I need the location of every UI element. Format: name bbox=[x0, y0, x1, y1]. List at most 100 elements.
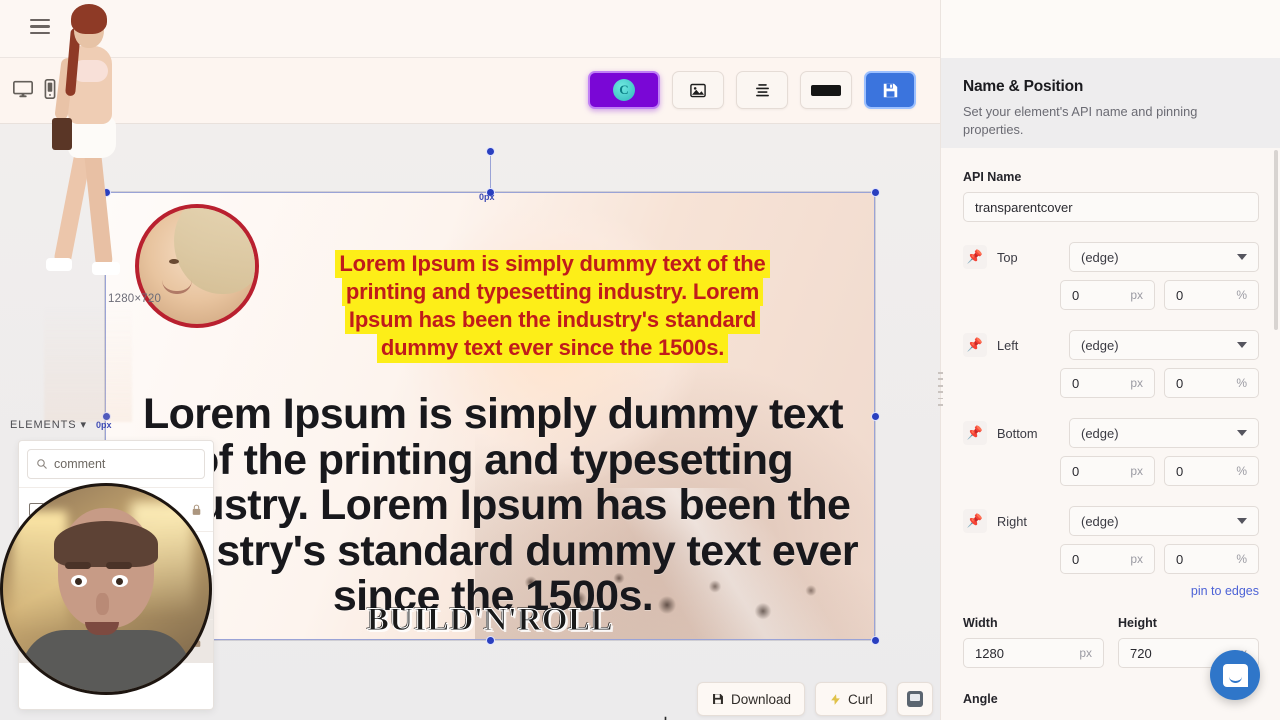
pin-top-select[interactable]: (edge) bbox=[1069, 242, 1259, 272]
pin-icon[interactable]: 📌 bbox=[963, 245, 987, 269]
download-button[interactable]: Download bbox=[697, 682, 806, 716]
api-name-value: transparentcover bbox=[975, 199, 1073, 215]
lightning-icon bbox=[831, 693, 840, 705]
pin-left-px-input[interactable]: 0 px bbox=[1060, 368, 1155, 398]
image-button[interactable] bbox=[672, 71, 724, 109]
webcam-person-eye bbox=[112, 574, 129, 587]
webcam-person-eye bbox=[70, 574, 87, 587]
device-preview-toggle[interactable] bbox=[12, 78, 61, 100]
hamburger-menu-icon[interactable] bbox=[30, 19, 50, 34]
pin-top-values: 0 px 0 % bbox=[1060, 280, 1259, 310]
selection-handle-top[interactable] bbox=[486, 147, 495, 156]
pin-icon[interactable]: 📌 bbox=[963, 421, 987, 445]
panel-resize-handle[interactable] bbox=[937, 372, 944, 406]
pin-top-pct-input[interactable]: 0 % bbox=[1164, 280, 1259, 310]
unit: px bbox=[1130, 376, 1143, 390]
chevron-down-icon bbox=[1237, 254, 1247, 260]
section-description: Set your element's API name and pinning … bbox=[963, 104, 1198, 137]
pin-icon[interactable]: 📌 bbox=[963, 509, 987, 533]
pin-top-value: (edge) bbox=[1081, 249, 1119, 265]
curl-label: Curl bbox=[848, 691, 873, 707]
curl-button[interactable]: Curl bbox=[815, 682, 887, 716]
pin-bottom-values: 0 px 0 % bbox=[1060, 456, 1259, 486]
pin-right-value: (edge) bbox=[1081, 513, 1119, 529]
bar-button[interactable] bbox=[800, 71, 852, 109]
editor-toolbar: C bbox=[588, 71, 916, 109]
width-value: 1280 bbox=[975, 645, 1004, 661]
pin-bottom-select[interactable]: (edge) bbox=[1069, 418, 1259, 448]
elements-panel-title[interactable]: ELEMENTS ▾ bbox=[10, 418, 87, 431]
page-title: Name & Position bbox=[963, 78, 1084, 95]
chevron-down-icon bbox=[1237, 518, 1247, 524]
value: 0 bbox=[1072, 463, 1080, 479]
pin-right-px-input[interactable]: 0 px bbox=[1060, 544, 1155, 574]
width-field: Width 1280 px bbox=[963, 616, 1104, 668]
offset-bottom-label: 0px bbox=[96, 420, 112, 430]
square-icon bbox=[906, 691, 923, 707]
properties-panel: Name & Position Set your element's API n… bbox=[940, 0, 1280, 720]
save-button[interactable] bbox=[864, 71, 916, 109]
watermark: BUILD'N'ROLL .com bbox=[105, 602, 875, 641]
floppy-icon bbox=[713, 694, 723, 704]
selection-stem bbox=[490, 152, 491, 193]
properties-section-header: Name & Position Set your element's API n… bbox=[941, 58, 1280, 148]
pin-left-select[interactable]: (edge) bbox=[1069, 330, 1259, 360]
highlight-line: Lorem Ipsum is simply dummy text of the bbox=[335, 250, 770, 279]
value: 0 bbox=[1176, 287, 1184, 303]
value: 0 bbox=[1176, 551, 1184, 567]
properties-body: API Name transparentcover 📌 Top (edge) 0… bbox=[941, 148, 1280, 720]
properties-scrollbar[interactable] bbox=[1274, 150, 1278, 330]
webcam-person-hair bbox=[54, 521, 158, 568]
unit: px bbox=[1130, 288, 1143, 302]
pin-bottom-px-input[interactable]: 0 px bbox=[1060, 456, 1155, 486]
api-name-input[interactable]: transparentcover bbox=[963, 192, 1259, 222]
width-unit: px bbox=[1079, 646, 1092, 660]
pin-bottom-pct-input[interactable]: 0 % bbox=[1164, 456, 1259, 486]
pin-right-values: 0 px 0 % bbox=[1060, 544, 1259, 574]
intercom-chat-button[interactable] bbox=[1210, 650, 1260, 700]
height-label: Height bbox=[1118, 616, 1157, 630]
text-align-icon bbox=[755, 83, 769, 96]
pin-top-px-input[interactable]: 0 px bbox=[1060, 280, 1155, 310]
pin-row-left: 📌 Left (edge) bbox=[963, 330, 1259, 360]
pin-row-top: 📌 Top (edge) bbox=[963, 242, 1259, 272]
pin-icon[interactable]: 📌 bbox=[963, 333, 987, 357]
offset-top-label: 0px bbox=[479, 192, 495, 202]
width-input[interactable]: 1280 px bbox=[963, 638, 1104, 668]
desktop-icon[interactable] bbox=[12, 78, 34, 100]
avatar[interactable] bbox=[135, 204, 259, 328]
floppy-save-icon bbox=[883, 83, 897, 97]
webcam-person-brow bbox=[64, 562, 91, 570]
canvas-size-label: 1280×720 bbox=[108, 293, 162, 305]
pin-right-select[interactable]: (edge) bbox=[1069, 506, 1259, 536]
mobile-icon[interactable] bbox=[39, 78, 61, 100]
download-label: Download bbox=[731, 691, 792, 707]
duplicate-button[interactable] bbox=[896, 682, 933, 716]
pin-bottom-value: (edge) bbox=[1081, 425, 1119, 441]
chat-bubble-icon bbox=[1222, 663, 1248, 687]
canvas-headline[interactable]: Lorem Ipsum is simply dummy text of the … bbox=[123, 391, 863, 620]
pin-right-pct-input[interactable]: 0 % bbox=[1164, 544, 1259, 574]
properties-panel-top-strip bbox=[941, 0, 1280, 58]
angle-label: Angle bbox=[963, 692, 998, 706]
watermark-subtext: .com bbox=[105, 633, 875, 640]
pin-label: Left bbox=[997, 337, 1019, 353]
elements-search-input[interactable]: comment bbox=[27, 449, 205, 479]
app-top-bar bbox=[0, 0, 940, 58]
align-text-button[interactable] bbox=[736, 71, 788, 109]
pin-label: Right bbox=[997, 513, 1027, 529]
pin-left-pct-input[interactable]: 0 % bbox=[1164, 368, 1259, 398]
highlighted-text-block[interactable]: Lorem Ipsum is simply dummy text of the … bbox=[280, 250, 825, 363]
value: 0 bbox=[1072, 551, 1080, 567]
elements-label-text: ELEMENTS bbox=[10, 419, 77, 431]
highlight-line: Ipsum has been the industry's standard bbox=[344, 306, 761, 335]
pin-to-edges-link[interactable]: pin to edges bbox=[963, 584, 1259, 598]
design-canvas[interactable]: Lorem Ipsum is simply dummy text of the … bbox=[105, 192, 875, 640]
brand-button[interactable]: C bbox=[588, 71, 660, 109]
move-cursor-icon: ✛ bbox=[659, 715, 672, 720]
chevron-down-icon bbox=[1237, 430, 1247, 436]
chevron-down-icon bbox=[1237, 342, 1247, 348]
chevron-down-icon[interactable]: ▾ bbox=[80, 419, 86, 431]
bottom-action-bar: Download Curl bbox=[697, 682, 933, 716]
unit: px bbox=[1130, 552, 1143, 566]
